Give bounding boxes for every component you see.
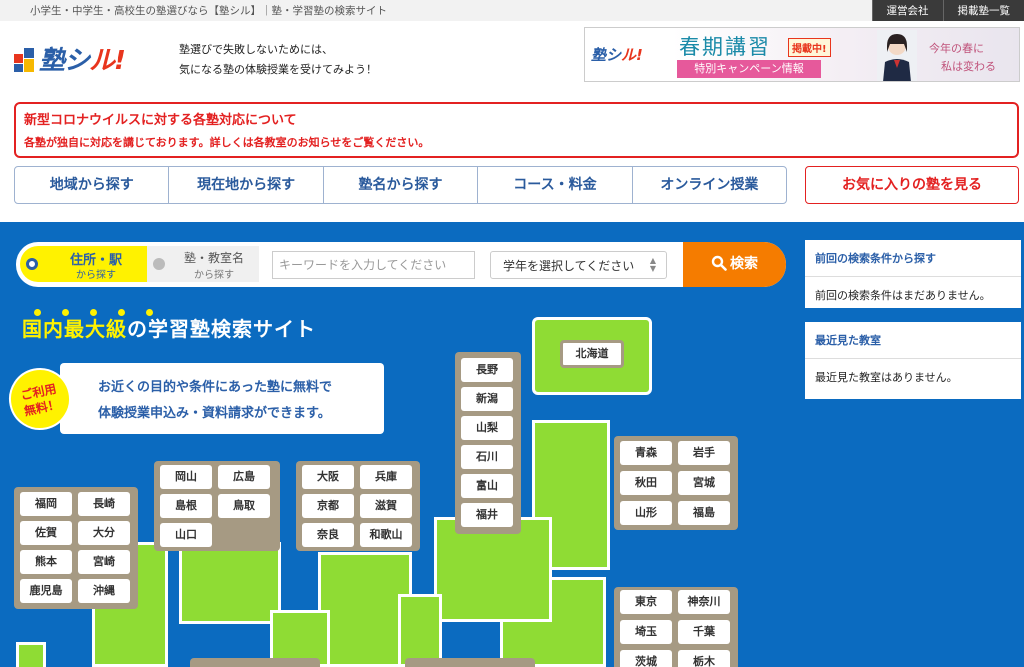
main-nav: 地域から探す 現在地から探す 塾名から探す コース・料金 オンライン授業 (14, 166, 787, 204)
favorites-button[interactable]: お気に入りの塾を見る (805, 166, 1019, 204)
map-izu-land (398, 594, 442, 667)
search-button[interactable]: 検索 (683, 242, 786, 287)
pref-okinawa[interactable]: 沖縄 (78, 579, 130, 603)
pref-shiga[interactable]: 滋賀 (360, 494, 412, 518)
pref-toyama[interactable]: 富山 (461, 474, 513, 498)
nav-course-price[interactable]: コース・料金 (478, 167, 633, 203)
pref-okayama[interactable]: 岡山 (160, 465, 212, 489)
pref-fukuoka[interactable]: 福岡 (20, 492, 72, 516)
spring-course-banner[interactable]: 塾シル! 春期講習 掲載中! 特別キャンペーン情報 今年の春に 私は変わる (584, 27, 1020, 82)
previous-search-body: 前回の検索条件はまだありません。 (815, 289, 991, 302)
radio-selected-icon (26, 258, 38, 270)
pref-miyazaki[interactable]: 宮崎 (78, 550, 130, 574)
pref-nara[interactable]: 奈良 (302, 523, 354, 547)
pref-saitama[interactable]: 埼玉 (620, 620, 672, 644)
pref-nagasaki[interactable]: 長崎 (78, 492, 130, 516)
pref-yamaguchi[interactable]: 山口 (160, 523, 212, 547)
search-mode-address[interactable]: 住所・駅 から探す (20, 246, 147, 282)
map-chugoku-land (179, 542, 281, 624)
notice-body: 各塾が独自に対応を講じております。詳しくは各教室のお知らせをご覧ください。 (24, 136, 430, 149)
magnifier-icon (711, 255, 727, 271)
tohoku-panel: 青森 岩手 秋田 宮城 山形 福島 (614, 436, 738, 530)
pref-ibaraki[interactable]: 茨城 (620, 650, 672, 667)
banner-badge: 掲載中! (788, 38, 831, 57)
chubu-panel-partial (405, 658, 535, 667)
radio-unselected-icon (153, 258, 165, 270)
free-service-box: お近くの目的や条件にあった塾に無料で 体験授業申込み・資料請求ができます。 (60, 363, 384, 434)
grade-select[interactable]: 学年を選択してください ▲ ▼ (490, 251, 667, 279)
banner-title: 春期講習 (679, 35, 771, 59)
pref-nagano[interactable]: 長野 (461, 358, 513, 382)
site-logo[interactable]: 塾シル! (14, 40, 126, 77)
pref-niigata[interactable]: 新潟 (461, 387, 513, 411)
chugoku-panel: 岡山 広島 島根 鳥取 山口 (154, 461, 280, 551)
pref-yamanashi[interactable]: 山梨 (461, 416, 513, 440)
pref-kyoto[interactable]: 京都 (302, 494, 354, 518)
pref-yamagata[interactable]: 山形 (620, 501, 672, 525)
search-mode-school-name[interactable]: 塾・教室名 から探す (147, 246, 259, 282)
nav-search-by-name[interactable]: 塾名から探す (324, 167, 479, 203)
recent-schools-body: 最近見た教室はありません。 (815, 371, 958, 384)
pref-hyogo[interactable]: 兵庫 (360, 465, 412, 489)
nav-search-by-area[interactable]: 地域から探す (15, 167, 170, 203)
pref-oita[interactable]: 大分 (78, 521, 130, 545)
pref-fukushima[interactable]: 福島 (678, 501, 730, 525)
pref-akita[interactable]: 秋田 (620, 471, 672, 495)
map-okinawa-land (16, 642, 46, 667)
notice-title: 新型コロナウイルスに対する各塾対応について (24, 113, 297, 128)
chubu-panel: 長野 新潟 山梨 石川 富山 福井 (455, 352, 521, 534)
banner-logo: 塾シル! (591, 46, 643, 64)
pref-tochigi[interactable]: 栃木 (678, 650, 730, 667)
kinki-panel: 大阪 兵庫 京都 滋賀 奈良 和歌山 (296, 461, 420, 551)
top-links: 運営会社 掲載塾一覧 (871, 0, 1024, 21)
pref-osaka[interactable]: 大阪 (302, 465, 354, 489)
shikoku-panel-partial (190, 658, 320, 667)
previous-search-title[interactable]: 前回の検索条件から探す (805, 240, 1021, 277)
hero-headline: 国内最大級の学習塾検索サイト (22, 317, 316, 341)
pref-saga[interactable]: 佐賀 (20, 521, 72, 545)
nav-search-by-location[interactable]: 現在地から探す (169, 167, 324, 203)
banner-subtitle: 特別キャンペーン情報 (677, 60, 821, 78)
listed-schools-link[interactable]: 掲載塾一覧 (942, 0, 1024, 21)
select-arrows-icon: ▲ ▼ (649, 256, 656, 273)
logo-text: 塾シル! (39, 46, 126, 76)
pref-shimane[interactable]: 島根 (160, 494, 212, 518)
main-search-area: 住所・駅 から探す 塾・教室名 から探す キーワードを入力してください 学年を選… (0, 222, 1024, 667)
company-link[interactable]: 運営会社 (871, 0, 943, 21)
recent-schools-title[interactable]: 最近見た教室 (805, 322, 1021, 359)
header-description: 塾選びで失敗しないためには、 気になる塾の体験授業を受けてみよう！ (179, 43, 377, 76)
pref-aomori[interactable]: 青森 (620, 441, 672, 465)
pref-miyagi[interactable]: 宮城 (678, 471, 730, 495)
student-photo-icon (877, 30, 917, 81)
pref-tokyo[interactable]: 東京 (620, 590, 672, 614)
covid-notice[interactable]: 新型コロナウイルスに対する各塾対応について 各塾が独自に対応を講じております。詳… (14, 102, 1019, 158)
banner-catchcopy: 今年の春に 私は変わる (929, 42, 996, 73)
pref-fukui[interactable]: 福井 (461, 503, 513, 527)
pref-wakayama[interactable]: 和歌山 (360, 523, 412, 547)
pref-iwate[interactable]: 岩手 (678, 441, 730, 465)
pref-kagoshima[interactable]: 鹿児島 (20, 579, 72, 603)
pref-kumamoto[interactable]: 熊本 (20, 550, 72, 574)
site-tagline: 小学生・中学生・高校生の塾選びなら【塾シル】｜塾・学習塾の検索サイト (30, 5, 387, 17)
previous-search-panel: 前回の検索条件から探す 前回の検索条件はまだありません。 (805, 240, 1021, 308)
pref-ishikawa[interactable]: 石川 (461, 445, 513, 469)
logo-mark-icon (14, 46, 36, 72)
keyword-input[interactable]: キーワードを入力してください (272, 251, 475, 279)
nav-online-class[interactable]: オンライン授業 (633, 167, 786, 203)
pref-hokkaido[interactable]: 北海道 (560, 340, 624, 368)
recent-schools-panel: 最近見た教室 最近見た教室はありません。 (805, 322, 1021, 399)
pref-tottori[interactable]: 鳥取 (218, 494, 270, 518)
pref-chiba[interactable]: 千葉 (678, 620, 730, 644)
kanto-panel: 東京 神奈川 埼玉 千葉 茨城 栃木 (614, 587, 738, 667)
pref-kanagawa[interactable]: 神奈川 (678, 590, 730, 614)
top-bar: 小学生・中学生・高校生の塾選びなら【塾シル】｜塾・学習塾の検索サイト 運営会社 … (0, 0, 1024, 21)
kyushu-panel: 福岡 長崎 佐賀 大分 熊本 宮崎 鹿児島 沖縄 (14, 487, 138, 609)
pref-hiroshima[interactable]: 広島 (218, 465, 270, 489)
